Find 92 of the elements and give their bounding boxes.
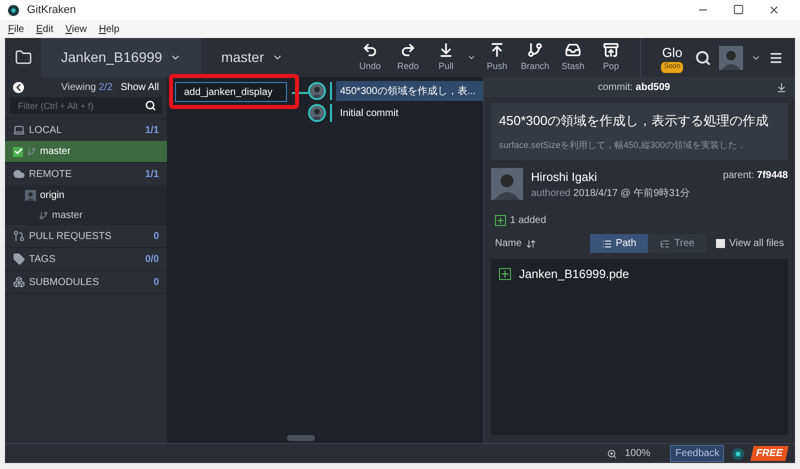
toolbar-button[interactable]: Stash bbox=[556, 42, 590, 74]
view-all-label[interactable]: View all files bbox=[729, 236, 784, 251]
section-header[interactable]: PULL REQUESTS 0 bbox=[5, 225, 167, 247]
section-header[interactable]: REMOTE 1/1 bbox=[5, 163, 167, 185]
section-header[interactable]: LOCAL 1/1 bbox=[5, 119, 167, 141]
app-logo-icon bbox=[732, 448, 744, 460]
section-label: PULL REQUESTS bbox=[29, 230, 112, 244]
section-count: 0 bbox=[153, 230, 159, 244]
section-label: SUBMODULES bbox=[29, 276, 100, 290]
section-label: TAGS bbox=[29, 252, 56, 266]
commit-description: surface.setSizeを利用して，幅450,縦300の領域を実装した． bbox=[499, 138, 748, 152]
branch-name-field[interactable]: add_janken_display bbox=[175, 82, 287, 102]
commit-summary: 450*300の領域を作成し，表示する処理の作成 bbox=[499, 112, 770, 130]
toolbar-button[interactable]: Pull bbox=[429, 42, 463, 74]
avatar bbox=[719, 46, 743, 70]
window-title: GitKraken bbox=[27, 2, 76, 18]
viewing-count: Viewing 2/2 bbox=[61, 80, 113, 94]
branch-item[interactable]: master bbox=[5, 206, 167, 224]
tag-icon bbox=[13, 253, 25, 265]
redo-icon bbox=[400, 42, 416, 58]
folder-icon[interactable] bbox=[14, 49, 32, 66]
menu-item[interactable]: Help bbox=[98, 22, 120, 36]
menu-icon[interactable] bbox=[769, 50, 783, 64]
tray-icon bbox=[565, 42, 581, 58]
section-count: 0/0 bbox=[145, 252, 159, 266]
added-icon bbox=[499, 268, 511, 280]
branch-icon bbox=[27, 147, 36, 156]
branch-icon bbox=[527, 42, 543, 58]
section-label: REMOTE bbox=[29, 168, 72, 182]
feedback-button[interactable]: Feedback bbox=[670, 445, 724, 462]
sort-label[interactable]: Name bbox=[495, 236, 522, 251]
repo-selector[interactable]: Janken_B16999 bbox=[41, 38, 202, 77]
branch-icon bbox=[39, 210, 48, 220]
section-count: 0 bbox=[153, 276, 159, 290]
glo-label[interactable]: Glo bbox=[662, 42, 682, 62]
toolbar-button[interactable]: Push bbox=[480, 42, 514, 74]
upload-icon bbox=[489, 42, 505, 58]
avatar bbox=[25, 190, 36, 201]
avatar bbox=[491, 168, 523, 200]
view-all-checkbox[interactable] bbox=[716, 239, 726, 248]
search-icon bbox=[145, 100, 156, 111]
tray-icon bbox=[603, 42, 619, 58]
close-icon[interactable] bbox=[768, 4, 780, 16]
parent-id[interactable]: parent: 7f9448 bbox=[722, 168, 788, 201]
search-icon[interactable] bbox=[695, 50, 711, 66]
view-tab[interactable]: Path bbox=[590, 234, 648, 253]
toolbar-button[interactable]: Undo bbox=[353, 42, 387, 74]
branch-item[interactable]: origin bbox=[5, 185, 167, 206]
free-badge: FREE bbox=[750, 446, 789, 461]
view-tab[interactable]: Tree bbox=[648, 234, 706, 253]
app-logo-icon bbox=[8, 4, 19, 16]
download-icon bbox=[438, 42, 454, 58]
section-label: LOCAL bbox=[29, 124, 62, 138]
show-all-link[interactable]: Show All bbox=[120, 80, 159, 94]
toolbar-button[interactable]: Pop bbox=[594, 42, 628, 74]
maximize-icon[interactable] bbox=[733, 4, 744, 15]
added-count: 1 added bbox=[510, 214, 546, 228]
cloud-icon bbox=[13, 168, 25, 180]
avatar bbox=[310, 106, 324, 120]
pull-request-icon bbox=[13, 230, 25, 242]
author-name: Hiroshi Igaki bbox=[531, 169, 598, 186]
toolbar-button[interactable]: Branch bbox=[518, 42, 552, 74]
branch-selector[interactable]: master bbox=[201, 38, 303, 77]
toolbar-button[interactable]: Redo bbox=[391, 42, 425, 74]
commit-row[interactable]: Initial commit bbox=[336, 103, 483, 123]
laptop-icon bbox=[13, 124, 25, 136]
section-count: 1/1 bbox=[145, 124, 159, 138]
section-header[interactable]: TAGS 0/0 bbox=[5, 248, 167, 270]
caret-icon[interactable] bbox=[467, 53, 476, 62]
menu-item[interactable]: File bbox=[8, 22, 24, 36]
branch-item[interactable]: master bbox=[5, 141, 167, 162]
added-icon bbox=[495, 215, 506, 226]
sort-icon[interactable] bbox=[526, 238, 536, 248]
undo-icon bbox=[362, 42, 378, 58]
commit-row[interactable]: 450*300の領域を作成し，表... bbox=[336, 81, 483, 101]
collapse-icon[interactable] bbox=[13, 82, 24, 92]
authored-date: authored 2018/4/17 @ 午前9時31分 bbox=[531, 186, 690, 201]
menu-item[interactable]: Edit bbox=[36, 22, 54, 36]
tree-icon bbox=[660, 238, 670, 248]
commit-id: commit: abd509 bbox=[598, 80, 670, 94]
section-header[interactable]: SUBMODULES 0 bbox=[5, 271, 167, 293]
modules-icon bbox=[13, 276, 25, 288]
filter-field[interactable]: Filter (Ctrl + Alt + f) bbox=[10, 97, 162, 114]
zoom-icon bbox=[606, 448, 617, 458]
section-count: 1/1 bbox=[145, 168, 159, 182]
download-icon[interactable] bbox=[776, 82, 787, 92]
file-row[interactable]: Janken_B16999.pde bbox=[491, 265, 788, 283]
scroll-handle[interactable] bbox=[287, 435, 315, 441]
menu-item[interactable]: View bbox=[65, 22, 87, 36]
avatar bbox=[310, 84, 324, 98]
checkbox[interactable] bbox=[13, 146, 23, 156]
zoom-level[interactable]: 100% bbox=[624, 446, 650, 461]
